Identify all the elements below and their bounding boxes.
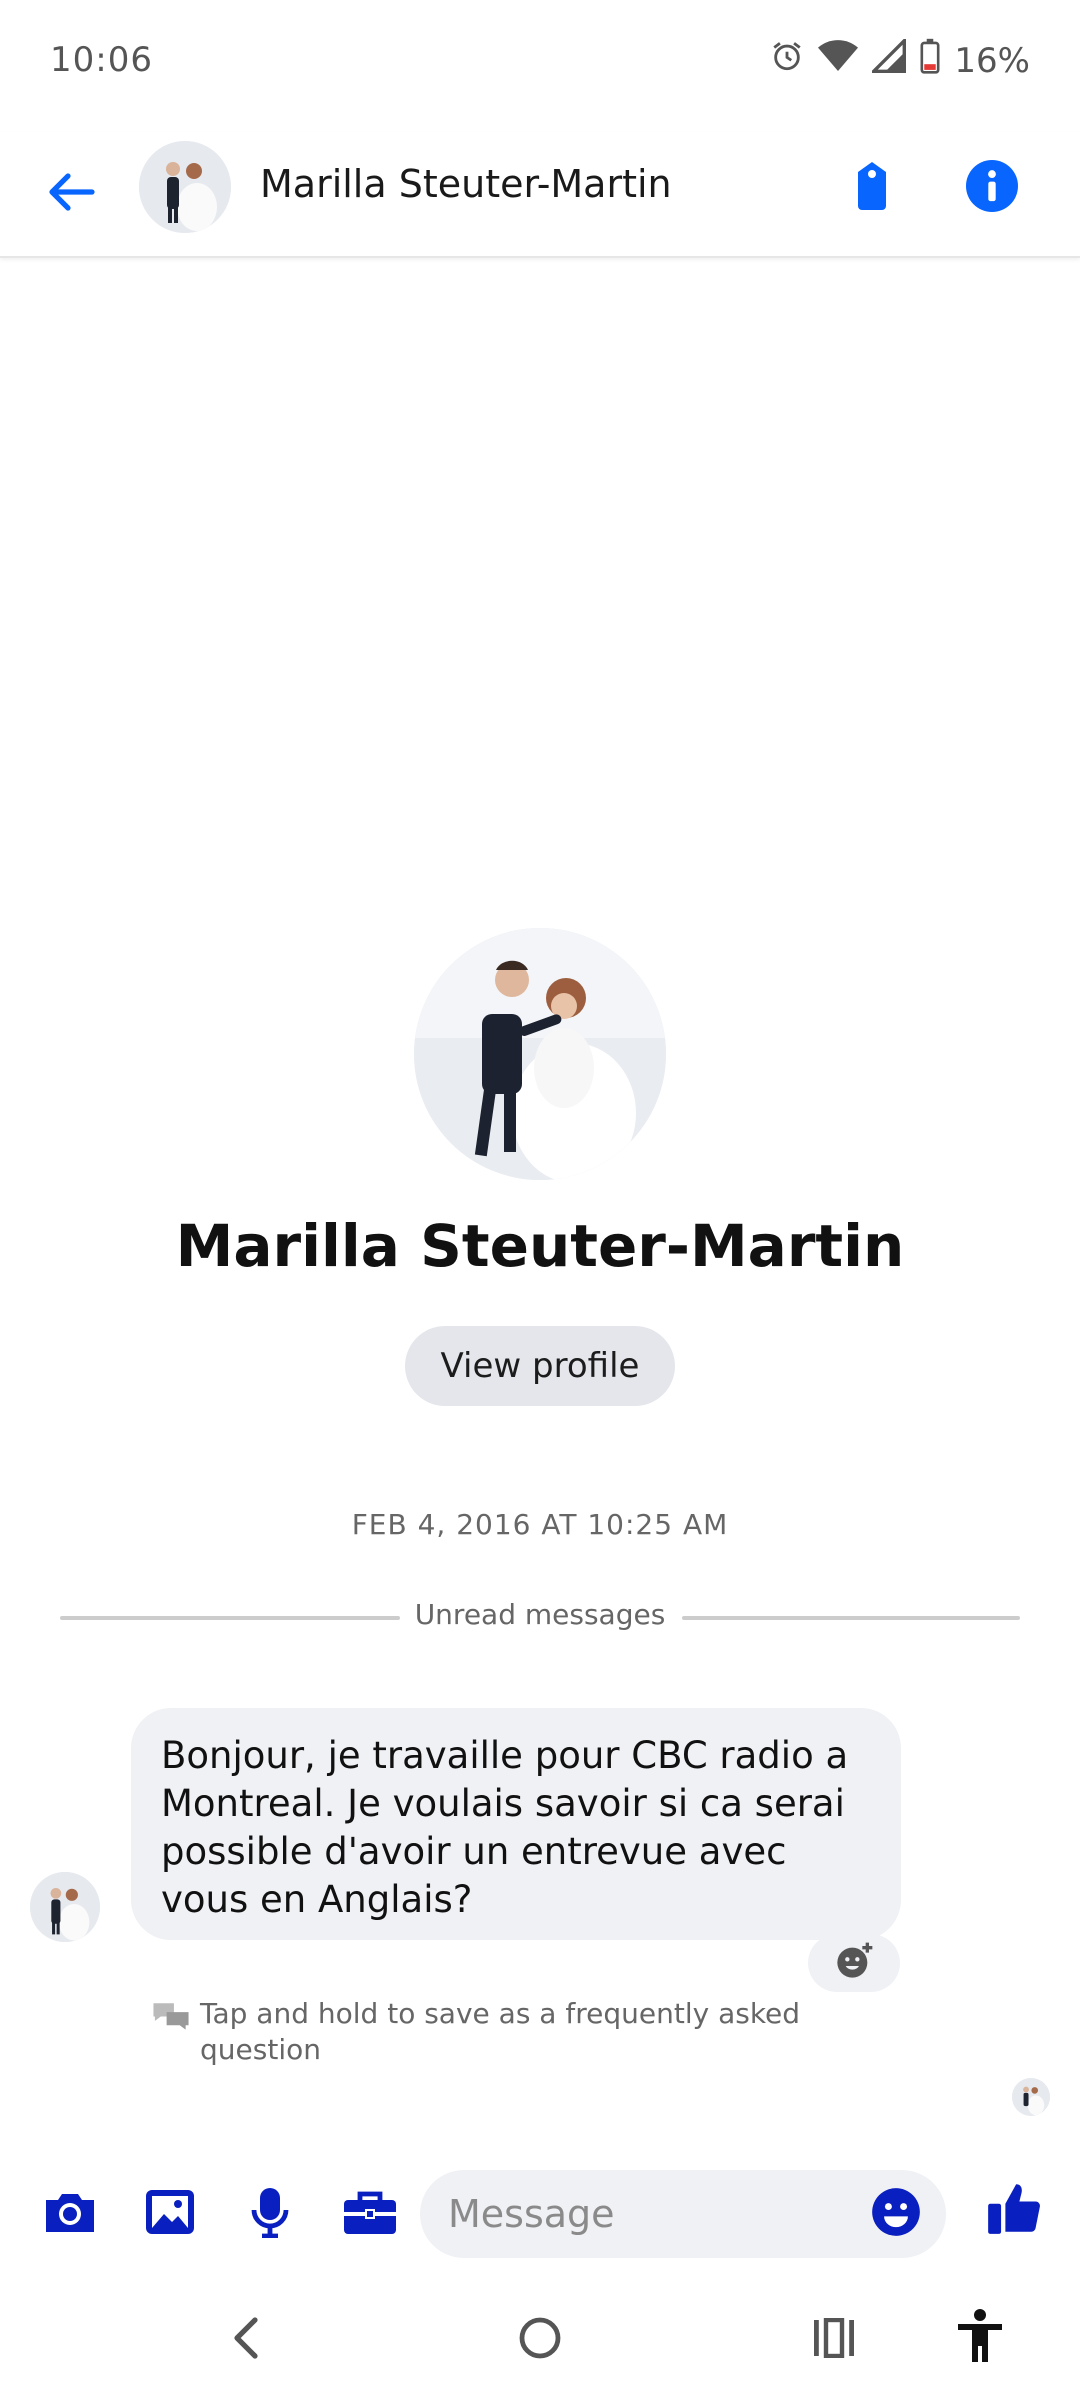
emoji-icon [870, 2186, 922, 2242]
microphone-button[interactable] [238, 2182, 302, 2246]
tag-icon [850, 160, 894, 216]
nav-home-button[interactable] [500, 2300, 580, 2380]
sender-avatar[interactable] [30, 1872, 100, 1942]
battery-icon [920, 38, 940, 83]
emoji-add-icon [834, 1941, 874, 1985]
nav-back-button[interactable] [206, 2300, 286, 2380]
divider-line-right [682, 1616, 1020, 1620]
chevron-left-icon [231, 2316, 261, 2364]
microphone-icon [250, 2186, 290, 2242]
home-circle-icon [518, 2316, 562, 2364]
status-icons: 16% [770, 36, 1030, 83]
header-title[interactable]: Marilla Steuter-Martin [260, 162, 672, 206]
briefcase-button[interactable] [338, 2182, 402, 2246]
unread-label: Unread messages [414, 1598, 666, 1631]
camera-icon [42, 2188, 98, 2240]
accessibility-icon [955, 2308, 1005, 2368]
briefcase-icon [342, 2188, 398, 2240]
message-timestamp: FEB 4, 2016 AT 10:25 AM [351, 1508, 729, 1541]
faq-hint: Tap and hold to save as a frequently ask… [152, 1996, 812, 2068]
like-button[interactable] [982, 2178, 1046, 2242]
battery-percent: 16% [954, 40, 1030, 81]
gallery-button[interactable] [138, 2182, 202, 2246]
back-arrow-icon [48, 172, 96, 216]
conversation-header: Marilla Steuter-Martin [0, 132, 1080, 258]
alarm-icon [770, 39, 804, 82]
info-icon [966, 160, 1018, 216]
signal-icon [870, 36, 907, 82]
header-avatar[interactable] [139, 141, 231, 233]
emoji-button[interactable] [864, 2182, 928, 2246]
camera-button[interactable] [38, 2182, 102, 2246]
profile-name: Marilla Steuter-Martin [175, 1212, 905, 1280]
message-input[interactable] [446, 2191, 830, 2237]
nav-recents-button[interactable] [794, 2300, 874, 2380]
tag-button[interactable] [840, 156, 904, 220]
message-bubble[interactable]: Bonjour, je travaille pour CBC radio a M… [131, 1708, 901, 1940]
recents-icon [812, 2317, 856, 2362]
add-reaction-button[interactable] [808, 1934, 900, 1992]
accessibility-button[interactable] [940, 2298, 1020, 2378]
faq-hint-text: Tap and hold to save as a frequently ask… [200, 1997, 801, 2066]
view-profile-button[interactable]: View profile [405, 1326, 675, 1406]
wifi-icon [818, 39, 859, 82]
seen-avatar [1012, 2078, 1050, 2116]
gallery-icon [144, 2188, 196, 2240]
chat-bubbles-icon [152, 2000, 190, 2068]
profile-photo[interactable] [414, 928, 666, 1180]
message-input-container [420, 2170, 946, 2258]
thumbs-up-icon [986, 2180, 1042, 2240]
info-button[interactable] [960, 156, 1024, 220]
back-button[interactable] [40, 162, 104, 226]
unread-divider: Unread messages [60, 1598, 1020, 1638]
status-time: 10:06 [50, 40, 153, 80]
